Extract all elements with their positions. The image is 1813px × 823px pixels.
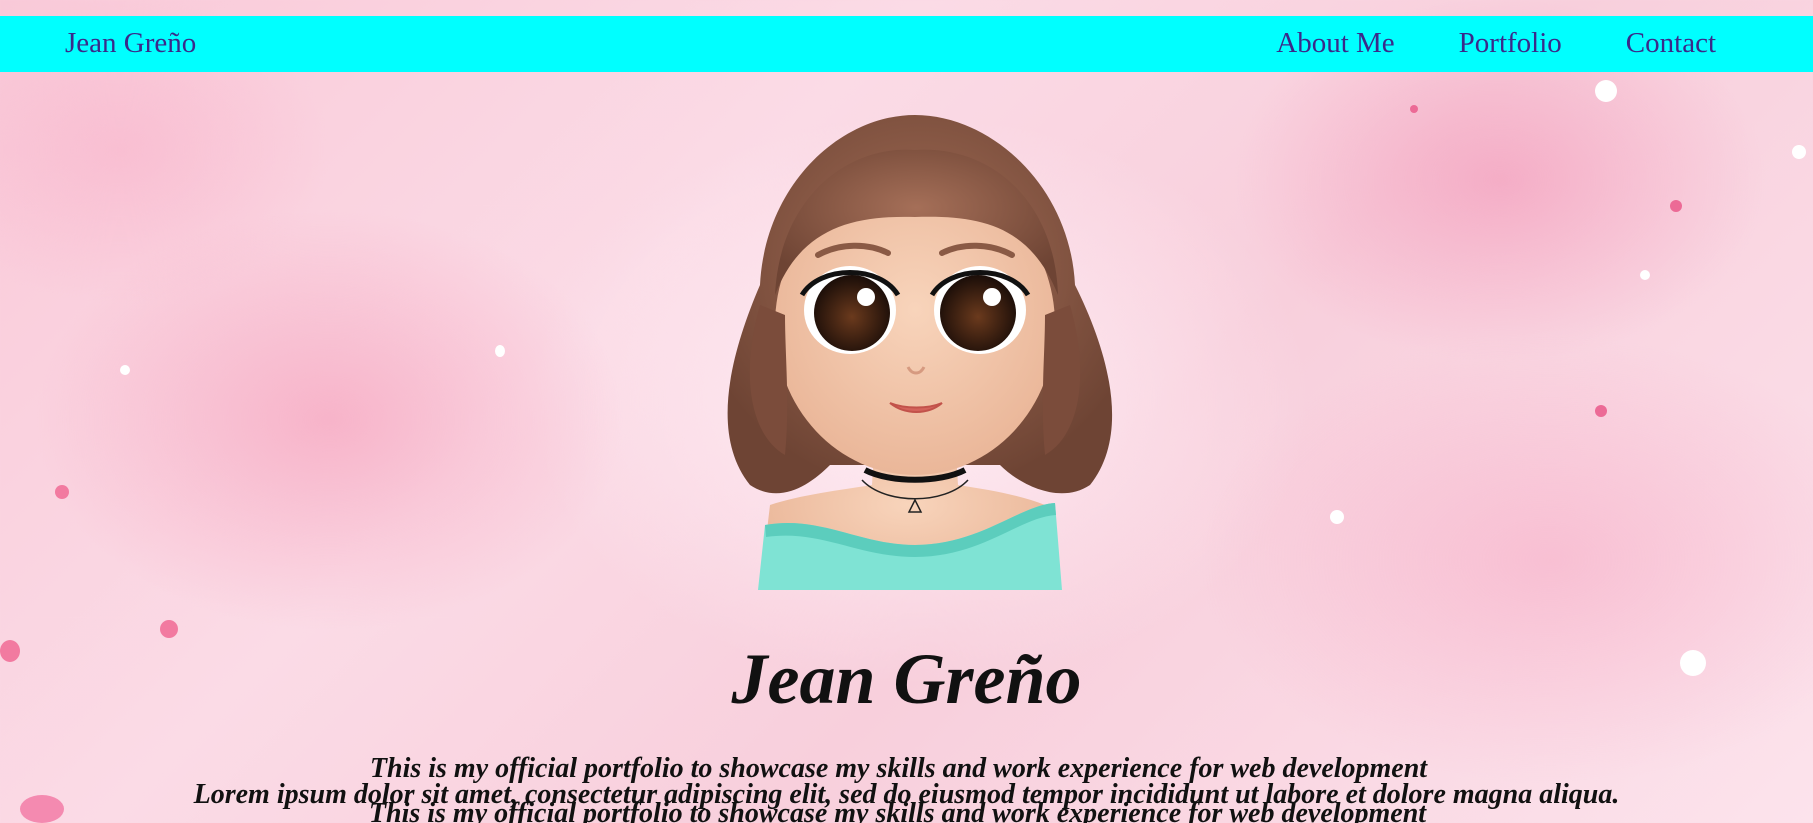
speck [495, 345, 505, 357]
speck [1792, 145, 1806, 159]
tagline-repeat: This is my official portfolio to showcas… [368, 798, 1427, 823]
speck [1595, 405, 1607, 417]
nav-link-about-me[interactable]: About Me [1276, 27, 1394, 60]
navbar: Jean Greño About Me Portfolio Contact [0, 16, 1813, 72]
speck [1595, 80, 1617, 102]
speck [120, 365, 130, 375]
nav-links: About Me Portfolio Contact [1276, 27, 1716, 60]
nav-link-contact[interactable]: Contact [1626, 27, 1716, 60]
brand-link[interactable]: Jean Greño [65, 27, 196, 60]
nav-link-portfolio[interactable]: Portfolio [1459, 27, 1562, 60]
speck [160, 620, 178, 638]
hero-name: Jean Greño [731, 639, 1082, 719]
avatar-image [727, 115, 1113, 590]
speck [1410, 105, 1418, 113]
speck [55, 485, 69, 499]
speck [1670, 200, 1682, 212]
speck [1640, 270, 1650, 280]
speck [1330, 510, 1344, 524]
